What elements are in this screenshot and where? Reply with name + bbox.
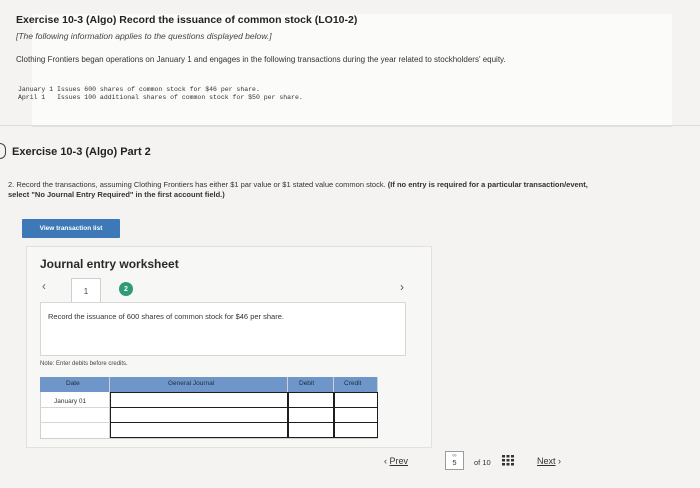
transaction-lines: January 1 Issues 600 shares of common st… (18, 86, 303, 102)
prev-label: Prev (389, 456, 409, 466)
worksheet-prev-icon[interactable]: ‹ (42, 279, 46, 293)
debit-input[interactable] (288, 392, 334, 408)
debit-input[interactable] (288, 422, 334, 438)
worksheet-tab-1[interactable]: 1 (71, 278, 101, 304)
debit-input[interactable] (288, 407, 334, 423)
next-label: Next (537, 456, 556, 466)
account-input[interactable] (110, 392, 288, 408)
column-header-general-journal: General Journal (168, 380, 215, 387)
transaction-line: January 1 Issues 600 shares of common st… (18, 86, 260, 93)
part-instruction: 2. Record the transactions, assuming Clo… (8, 180, 588, 200)
credit-input[interactable] (334, 392, 378, 408)
task-text: Record the issuance of 600 shares of com… (48, 312, 284, 321)
next-button[interactable]: Next › (537, 456, 561, 466)
worksheet-next-icon[interactable]: › (400, 280, 404, 294)
worksheet-tab-2[interactable]: 2 (119, 282, 133, 296)
instruction-main: 2. Record the transactions, assuming Clo… (8, 180, 386, 189)
prev-button[interactable]: ‹ Prev (384, 456, 408, 466)
account-input[interactable] (110, 422, 288, 438)
grid-icon[interactable] (502, 455, 514, 466)
column-header-credit: Credit (344, 380, 362, 387)
task-description-box (40, 302, 406, 356)
chevron-left-icon: ‹ (384, 456, 387, 466)
exercise-description: Clothing Frontiers began operations on J… (16, 55, 506, 64)
chevron-right-icon: › (558, 456, 562, 466)
account-input[interactable] (110, 407, 288, 423)
credit-input[interactable] (334, 422, 378, 438)
worksheet-title: Journal entry worksheet (40, 257, 179, 271)
page-total: of 10 (474, 458, 491, 467)
exercise-title: Exercise 10-3 (Algo) Record the issuance… (16, 14, 358, 26)
current-page-number: 5 (452, 458, 457, 467)
credit-input[interactable] (334, 407, 378, 423)
transaction-line: April 1 Issues 100 additional shares of … (18, 94, 303, 101)
current-page-indicator[interactable]: ∞ 5 (445, 451, 464, 470)
section-marker-icon (0, 143, 6, 159)
exercise-note: [The following information applies to th… (16, 31, 272, 41)
view-transaction-list-button[interactable]: View transaction list (22, 219, 120, 238)
debits-note: Note: Enter debits before credits. (40, 361, 128, 367)
row-date: January 01 (54, 398, 87, 405)
link-icon: ∞ (452, 453, 457, 459)
column-header-debit: Debit (299, 380, 315, 387)
column-header-date: Date (66, 380, 80, 387)
section-divider (0, 125, 700, 126)
part-title: Exercise 10-3 (Algo) Part 2 (12, 146, 151, 158)
